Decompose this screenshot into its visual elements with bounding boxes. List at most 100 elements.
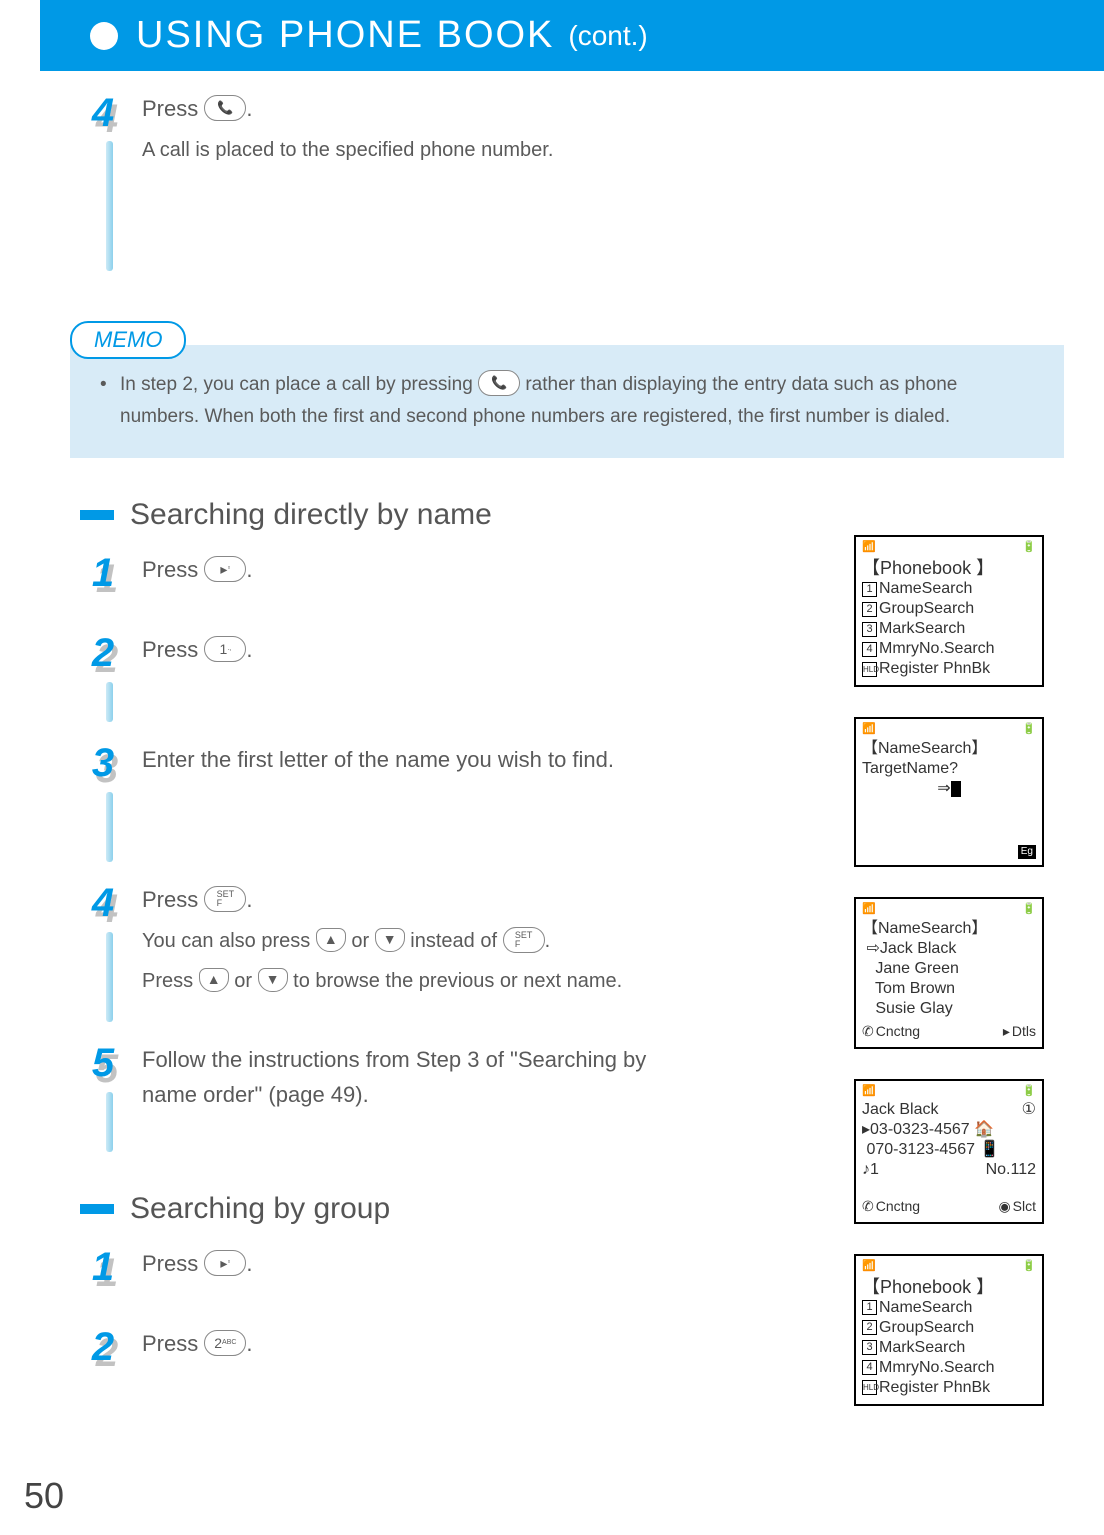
header-cont: (cont.) [568, 20, 647, 52]
list-item: Jack Black [880, 940, 956, 957]
step4-text-b: . [246, 96, 252, 121]
footer-left: Cnctng [876, 1023, 920, 1041]
phone1: 03-0323-4567 [870, 1121, 970, 1138]
s4-l2b: or [351, 930, 374, 952]
name-step-5: 5 5 Follow the instructions from Step 3 … [80, 1042, 680, 1152]
phone-icon: ✆ [862, 1198, 874, 1216]
step-number: 2 2 [83, 632, 127, 682]
signal-icon [862, 723, 876, 737]
memo-label: MEMO [70, 321, 186, 359]
step-end: . [246, 557, 252, 582]
menu-item: GroupSearch [879, 1319, 974, 1336]
step-text: Enter the first letter of the name you w… [142, 747, 614, 772]
screen-title: 【Phonebook 】 [862, 557, 1036, 580]
one-key-icon: 1., [204, 636, 246, 662]
step-text: Follow the instructions from Step 3 of "… [142, 1047, 646, 1107]
name-step-3: 3 3 Enter the first letter of the name y… [80, 742, 680, 862]
menu-item: GroupSearch [879, 600, 974, 617]
ring: 1 [870, 1161, 879, 1178]
set-key-icon: SETF [204, 886, 246, 912]
screen-prompt: TargetName? [862, 759, 1036, 779]
step-text: Press [142, 1331, 204, 1356]
footer-right: Dtls [1012, 1023, 1036, 1041]
screen-phonebook-menu-1: 【Phonebook 】 1NameSearch 2GroupSearch 3M… [854, 535, 1044, 687]
home-icon: 🏠 [974, 1121, 994, 1138]
step-end: . [246, 637, 252, 662]
step-number: 3 3 [83, 742, 127, 792]
signal-icon [862, 1085, 876, 1099]
eg-badge: Eg [1018, 845, 1036, 860]
signal-icon [862, 1260, 876, 1274]
header-title: USING PHONE BOOK [136, 14, 554, 57]
battery-icon [1022, 1085, 1036, 1099]
s4-l2d: . [545, 930, 551, 952]
up-key-icon: ▲ [199, 968, 229, 992]
phone-icon: ✆ [862, 1023, 874, 1041]
phone2: 070-3123-4567 [866, 1141, 975, 1158]
footer-left: Cnctng [876, 1198, 920, 1216]
section-bar-icon [80, 510, 114, 520]
name-step-4: 4 4 Press SETF. You can also press ▲ or [80, 882, 680, 1022]
list-item: Jane Green [875, 960, 959, 977]
name-step-1: 1 1 Press ▸▫. [80, 552, 680, 612]
right-key-icon: ▸▫ [204, 556, 246, 582]
select-icon: ◉ [998, 1198, 1010, 1216]
s4-l2c: instead of [410, 930, 502, 952]
menu-item: NameSearch [879, 580, 972, 597]
battery-icon [1022, 541, 1036, 555]
page-number: 50 [24, 1475, 64, 1517]
s4-l3c: to browse the previous or next name. [293, 970, 622, 992]
step-number: 4 4 [83, 882, 127, 932]
call-key-icon: 📞 [204, 95, 246, 121]
step-number: 1 1 [83, 552, 127, 602]
two-key-icon: 2ABC [204, 1330, 246, 1356]
section-searching-by-name: Searching directly by name [80, 498, 1064, 532]
step-text: Press [142, 637, 204, 662]
footer-right: Slct [1013, 1198, 1036, 1216]
mobile-icon: 📱 [979, 1141, 999, 1158]
step-4-top: 4 4 Press 📞. A call is placed to the spe… [80, 91, 1064, 271]
menu-item: MmryNo.Search [879, 1359, 995, 1376]
num-badge: ① [1022, 1100, 1036, 1120]
list-item: Susie Glay [875, 1000, 952, 1017]
screen-phonebook-menu-2: 【Phonebook 】 1NameSearch 2GroupSearch 3M… [854, 1254, 1044, 1406]
memo-text-a: In step 2, you can place a call by press… [120, 374, 478, 395]
menu-item: NameSearch [879, 1299, 972, 1316]
menu-item: MarkSearch [879, 1339, 965, 1356]
step-text: Press [142, 1251, 204, 1276]
step-text: Press [142, 557, 204, 582]
step4-line2: A call is placed to the specified phone … [142, 134, 1064, 166]
s4-l1b: . [246, 887, 252, 912]
header-bullet-icon [90, 22, 118, 50]
screen-namesearch-input: 【NameSearch】 TargetName? ⇒ Eg [854, 717, 1044, 867]
menu-item: Register PhnBk [879, 660, 990, 677]
battery-icon [1022, 1260, 1036, 1274]
s4-l2a: You can also press [142, 930, 316, 952]
battery-icon [1022, 903, 1036, 917]
section-title: Searching directly by name [130, 498, 492, 532]
signal-icon [862, 903, 876, 917]
screen-namesearch-list: 【NameSearch】 ⇨Jack Black Jane Green Tom … [854, 897, 1044, 1048]
signal-icon [862, 541, 876, 555]
down-key-icon: ▼ [258, 968, 288, 992]
name-step-2: 2 2 Press 1.,. [80, 632, 680, 722]
call-key-icon: 📞 [478, 370, 520, 396]
up-key-icon: ▲ [316, 928, 346, 952]
step-number: 4 4 [83, 91, 127, 141]
s4-l3b: or [234, 970, 257, 992]
s4-l1a: Press [142, 887, 204, 912]
battery-icon [1022, 723, 1036, 737]
contact-name: Jack Black [862, 1100, 938, 1120]
section-bar-icon [80, 1204, 114, 1214]
menu-item: MmryNo.Search [879, 640, 995, 657]
memo-block: MEMO • In step 2, you can place a call b… [70, 321, 1064, 458]
page-header: USING PHONE BOOK (cont.) [40, 0, 1104, 71]
step-number: 5 5 [83, 1042, 127, 1092]
step-number: 1 1 [83, 1246, 127, 1296]
right-key-icon: ▸▫ [204, 1250, 246, 1276]
step-end: . [246, 1251, 252, 1276]
menu-item: Register PhnBk [879, 1379, 990, 1396]
step-number: 2 2 [83, 1326, 127, 1376]
memno: No.112 [986, 1160, 1036, 1180]
section-title: Searching by group [130, 1192, 390, 1226]
